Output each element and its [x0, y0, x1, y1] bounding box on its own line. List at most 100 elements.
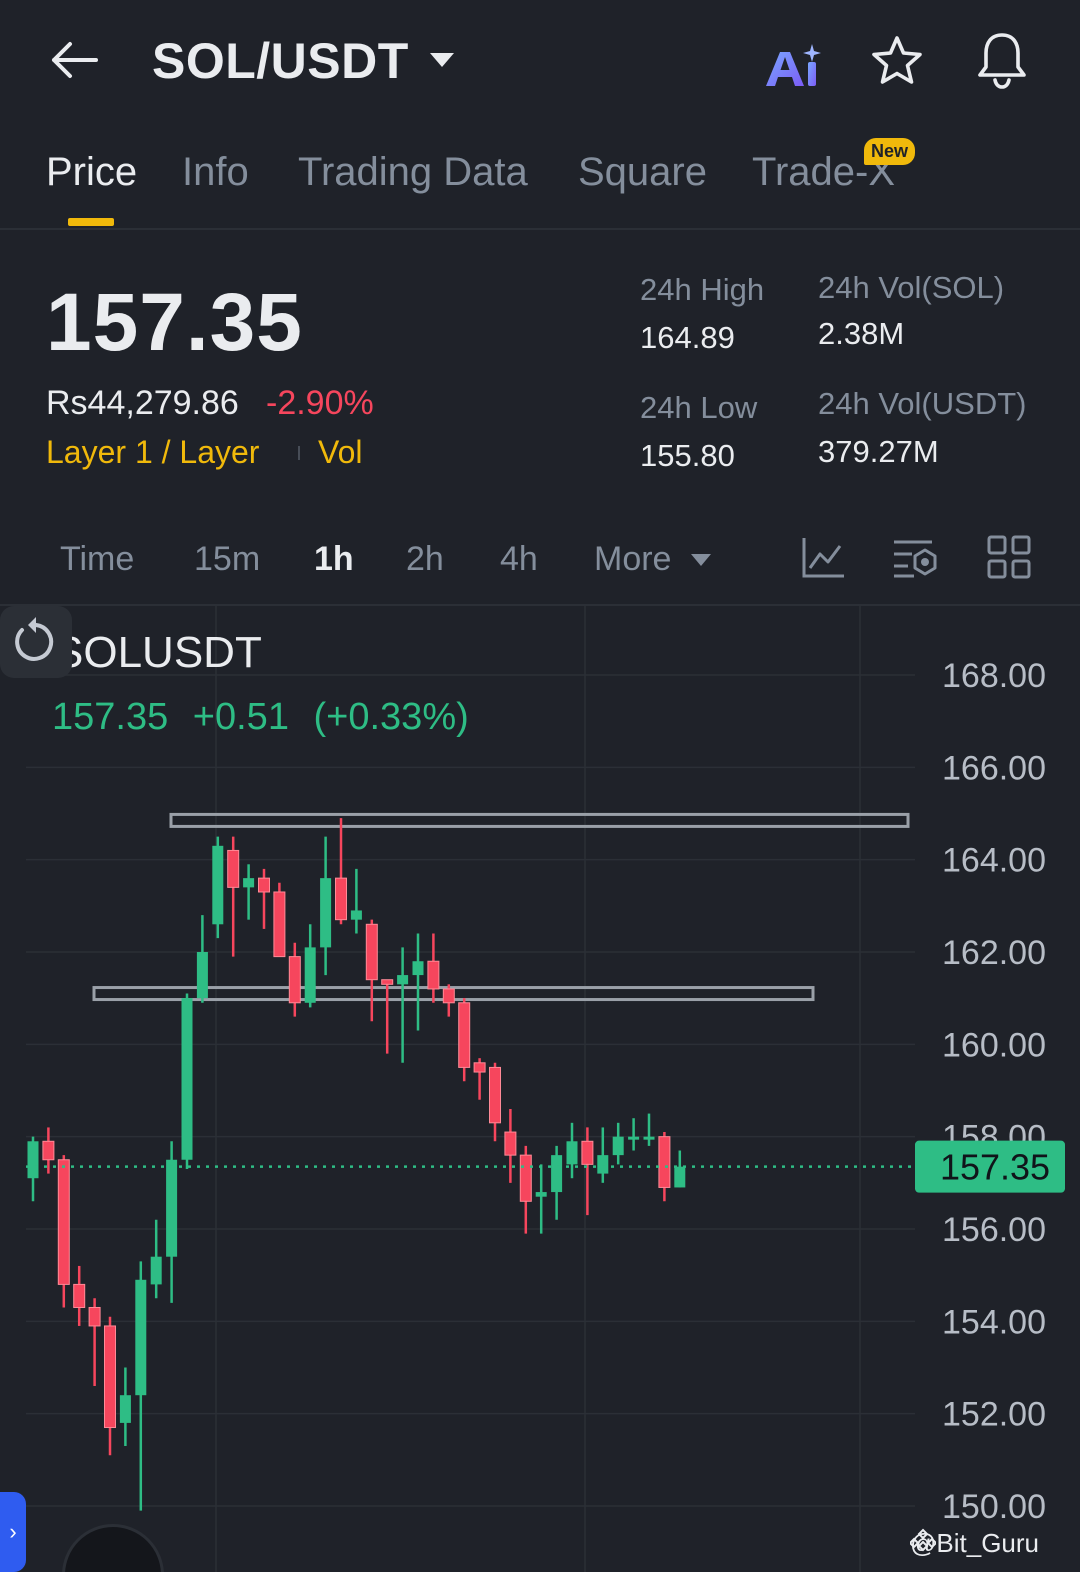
candle-body — [473, 1062, 486, 1073]
watermark: @Bit_Guru — [910, 1528, 1039, 1559]
candle-body — [88, 1306, 101, 1327]
low-label: 24h Low — [640, 390, 758, 425]
tab-price[interactable]: Price — [46, 150, 137, 195]
candle-body — [135, 1279, 147, 1396]
back-arrow-icon[interactable] — [48, 38, 100, 82]
candle-body — [273, 891, 286, 958]
candle-body — [212, 845, 224, 925]
ai-icon[interactable] — [764, 42, 822, 90]
interval-15m[interactable]: 15m — [194, 540, 260, 579]
low-value: 155.80 — [640, 438, 735, 473]
bell-icon[interactable] — [974, 30, 1030, 90]
y-tick-label: 160.00 — [942, 1026, 1046, 1064]
top-bar: SOL/USDT — [0, 0, 1080, 120]
candle-body — [104, 1325, 116, 1429]
candle-body — [566, 1141, 578, 1165]
active-tab-indicator — [68, 218, 114, 226]
candle-body — [381, 979, 394, 985]
pair-title[interactable]: SOL/USDT — [152, 32, 409, 90]
interval-4h[interactable]: 4h — [500, 540, 538, 579]
tab-square[interactable]: Square — [578, 150, 707, 195]
candle-body — [643, 1136, 655, 1140]
candle-body — [166, 1159, 178, 1257]
candle-body — [288, 956, 301, 1004]
candle-body — [57, 1159, 70, 1285]
tab-trading-data[interactable]: Trading Data — [298, 150, 528, 195]
vol-quote-value: 379.27M — [818, 434, 939, 469]
candle-body — [581, 1140, 594, 1165]
candle-body — [42, 1140, 55, 1161]
candle-body — [320, 878, 332, 948]
y-tick-label: 154.00 — [942, 1303, 1046, 1341]
fiat-price: Rs44,279.86 — [46, 384, 239, 422]
last-price-tag-label: 157.35 — [940, 1147, 1050, 1188]
y-tick-label: 156.00 — [942, 1211, 1046, 1249]
chart-quote: 157.35 +0.51 (+0.33%) — [52, 696, 483, 739]
candle-body — [628, 1136, 640, 1140]
vol-quote-label: 24h Vol(USDT) — [818, 386, 1027, 421]
drawn-level-box — [169, 812, 910, 828]
candle-body — [258, 877, 270, 893]
tab-info[interactable]: Info — [182, 150, 249, 195]
new-badge: New — [864, 138, 916, 165]
y-tick-label: 166.00 — [942, 749, 1046, 787]
candle-body — [442, 988, 455, 1004]
y-tick-label: 162.00 — [942, 934, 1046, 972]
vol-base-value: 2.38M — [818, 316, 905, 351]
candle-body — [365, 923, 378, 981]
refresh-icon — [28, 617, 36, 633]
star-icon[interactable] — [870, 34, 924, 88]
interval-bar: Time 15m 1h 2h 4h More — [0, 520, 1080, 606]
candle-body — [458, 1002, 471, 1068]
line-chart-icon[interactable] — [800, 534, 846, 580]
section-tabs: Price Info Trading Data Square Trade-X N… — [0, 130, 1080, 230]
price-chart[interactable]: 168.00 166.00 164.00 162.00 160.00 158.00 156.… — [0, 606, 1080, 1572]
chart-quote-price: 157.35 — [52, 696, 169, 738]
interval-time[interactable]: Time — [60, 540, 134, 579]
chart-symbol: SOLUSDT — [54, 628, 262, 677]
change-percent: -2.90% — [266, 384, 374, 422]
interval-1h[interactable]: 1h — [314, 540, 354, 579]
candle-body — [412, 961, 424, 976]
interval-more[interactable]: More — [594, 540, 671, 579]
candle-body — [335, 877, 347, 921]
candle-body — [612, 1136, 624, 1156]
candle-body — [489, 1066, 501, 1124]
candle-body — [196, 952, 208, 999]
candle-body — [535, 1192, 547, 1197]
candle-body — [427, 960, 440, 990]
candle-body — [119, 1395, 131, 1423]
candle-body — [27, 1141, 39, 1179]
high-value: 164.89 — [640, 320, 735, 355]
high-label: 24h High — [640, 272, 765, 307]
category-tag[interactable]: Layer 1 / Layer — [46, 434, 259, 471]
y-tick-label: 150.00 — [942, 1488, 1046, 1526]
candle-body — [551, 1155, 563, 1193]
candle-body — [597, 1155, 609, 1174]
y-tick-label: 152.00 — [942, 1396, 1046, 1434]
candle-body — [73, 1283, 86, 1308]
candle-body — [519, 1154, 532, 1202]
candle-body — [181, 998, 193, 1160]
last-price: 157.35 — [46, 277, 303, 368]
candlestick-chart[interactable]: 168.00166.00164.00162.00160.00158.00156.… — [0, 606, 1080, 1572]
candle-body — [350, 910, 362, 920]
vol-base-label: 24h Vol(SOL) — [818, 270, 1005, 305]
chart-quote-change: +0.51 — [192, 696, 289, 738]
chart-quote-change-pct: (+0.33%) — [313, 696, 469, 738]
vol-tag[interactable]: Vol — [318, 434, 362, 471]
candle-body — [227, 849, 240, 888]
candle-body — [674, 1166, 686, 1188]
tag-divider — [298, 446, 300, 460]
grid-layout-icon[interactable] — [986, 534, 1032, 580]
candle-body — [150, 1256, 162, 1285]
more-caret-icon[interactable] — [690, 552, 712, 568]
y-tick-label: 168.00 — [942, 657, 1046, 695]
indicator-settings-icon[interactable] — [892, 534, 938, 580]
candle-body — [658, 1136, 671, 1188]
candle-body — [304, 947, 316, 1003]
side-panel-handle[interactable]: › — [0, 1492, 26, 1572]
interval-2h[interactable]: 2h — [406, 540, 444, 579]
reset-chart-button[interactable] — [0, 606, 72, 678]
chevron-down-icon[interactable] — [428, 50, 456, 70]
